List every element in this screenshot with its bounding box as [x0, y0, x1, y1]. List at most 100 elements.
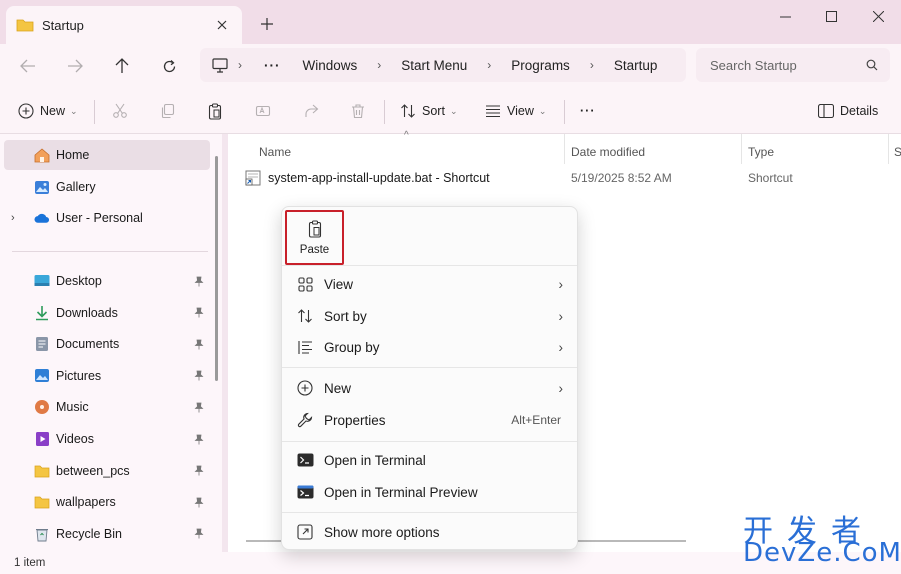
new-button[interactable]: New ⌄: [18, 98, 78, 124]
rename-button[interactable]: [255, 98, 271, 124]
sort-button[interactable]: Sort ⌄: [400, 98, 457, 124]
column-header-size[interactable]: S: [894, 139, 901, 165]
sidebar-item-gallery[interactable]: Gallery: [4, 172, 210, 202]
folder-icon: [16, 17, 34, 33]
share-icon: [303, 103, 319, 119]
breadcrumb-more[interactable]: ···: [264, 58, 281, 73]
home-icon: [34, 147, 50, 163]
pin-icon: [194, 276, 204, 287]
sidebar-item-documents[interactable]: Documents: [4, 329, 210, 359]
breadcrumb-windows[interactable]: Windows: [303, 58, 358, 73]
sidebar-scrollbar[interactable]: [215, 156, 218, 381]
up-button[interactable]: [108, 52, 136, 80]
sidebar-item-downloads[interactable]: Downloads: [4, 298, 210, 328]
table-row[interactable]: system-app-install-update.bat - Shortcut…: [244, 166, 899, 190]
folder-icon: [34, 463, 50, 479]
view-button[interactable]: View ⌄: [485, 98, 546, 124]
menu-item-properties[interactable]: Properties Alt+Enter: [286, 405, 573, 435]
trash-icon: [350, 103, 366, 119]
menu-open-terminal-preview-label: Open in Terminal Preview: [324, 484, 478, 500]
menu-separator: [282, 265, 577, 266]
menu-show-more-label: Show more options: [324, 524, 440, 540]
toolbar-divider: [564, 100, 565, 124]
breadcrumb-chevron-icon[interactable]: ›: [238, 58, 242, 72]
sidebar-item-label: Pictures: [56, 368, 102, 383]
command-bar: New ⌄ Sort ⌄ View ⌄ ··· Details: [0, 86, 901, 134]
sidebar-item-onedrive[interactable]: User - Personal: [4, 203, 210, 233]
menu-item-show-more-options[interactable]: Show more options: [286, 517, 573, 547]
context-menu: Paste View › Sort by › Group by › New › …: [281, 206, 578, 550]
sidebar-item-pictures[interactable]: Pictures: [4, 361, 210, 391]
pin-icon: [194, 370, 204, 381]
sidebar-item-desktop[interactable]: Desktop: [4, 266, 210, 296]
grid-icon: [296, 275, 314, 293]
title-bar: Startup: [0, 0, 901, 44]
menu-item-open-terminal[interactable]: Open in Terminal: [286, 445, 573, 475]
chevron-down-icon: ⌄: [70, 105, 78, 116]
address-bar[interactable]: › ··· Windows › Start Menu › Programs › …: [200, 48, 686, 82]
new-tab-button[interactable]: [256, 13, 278, 35]
sidebar-item-recycle-bin[interactable]: Recycle Bin: [4, 519, 210, 549]
delete-button[interactable]: [350, 98, 366, 124]
column-divider[interactable]: [564, 134, 565, 164]
sidebar-item-between-pcs[interactable]: between_pcs: [4, 456, 210, 486]
search-icon[interactable]: [866, 59, 878, 71]
details-button[interactable]: Details: [818, 98, 878, 124]
breadcrumb-programs[interactable]: Programs: [511, 58, 570, 73]
file-type: Shortcut: [748, 171, 793, 185]
breadcrumb-start-menu[interactable]: Start Menu: [401, 58, 467, 73]
shortcut-file-icon: [244, 169, 262, 187]
menu-view-label: View: [324, 276, 354, 292]
sidebar-item-home[interactable]: Home: [4, 140, 210, 170]
sidebar-item-label: Music: [56, 400, 89, 415]
menu-item-group-by[interactable]: Group by ›: [286, 332, 573, 362]
sidebar-home-label: Home: [56, 148, 90, 162]
paste-button[interactable]: Paste: [285, 210, 344, 265]
paste-toolbar-button[interactable]: [207, 98, 223, 124]
close-tab-icon[interactable]: [212, 15, 232, 35]
column-divider[interactable]: [741, 134, 742, 164]
column-header-date[interactable]: Date modified: [571, 139, 645, 165]
share-button[interactable]: [303, 98, 319, 124]
more-options-button[interactable]: ···: [580, 98, 596, 124]
menu-item-sort-by[interactable]: Sort by ›: [286, 301, 573, 331]
plus-circle-icon: [18, 103, 34, 119]
maximize-button[interactable]: [808, 0, 854, 32]
search-input[interactable]: Search Startup: [696, 48, 890, 82]
column-header-type[interactable]: Type: [748, 139, 774, 165]
menu-item-open-terminal-preview[interactable]: Open in Terminal Preview: [286, 477, 573, 507]
breadcrumb-chevron-icon[interactable]: ›: [377, 58, 381, 72]
sort-caret-icon: ^: [404, 130, 409, 141]
this-pc-icon[interactable]: [212, 57, 228, 73]
new-label: New: [40, 104, 66, 118]
folder-icon: [34, 494, 50, 510]
breadcrumb-startup[interactable]: Startup: [614, 58, 658, 73]
recycle-bin-icon: [34, 526, 50, 542]
column-header-name[interactable]: Name: [259, 139, 291, 165]
tab-startup[interactable]: Startup: [6, 6, 242, 44]
view-list-icon: [485, 104, 501, 118]
menu-item-new[interactable]: New ›: [286, 373, 573, 403]
pin-icon: [194, 465, 204, 476]
copy-button[interactable]: [160, 98, 176, 124]
menu-separator: [282, 512, 577, 513]
sidebar-item-wallpapers[interactable]: wallpapers: [4, 487, 210, 517]
breadcrumb-chevron-icon[interactable]: ›: [590, 58, 594, 72]
sidebar-item-music[interactable]: Music: [4, 392, 210, 422]
close-window-button[interactable]: [855, 0, 901, 32]
site-watermark: 开发者 DevZe.CoM: [743, 506, 901, 574]
column-divider[interactable]: [888, 134, 889, 164]
desktop-icon: [34, 273, 50, 289]
view-label: View: [507, 104, 534, 118]
breadcrumb-chevron-icon[interactable]: ›: [487, 58, 491, 72]
plus-circle-icon: [296, 379, 314, 397]
sidebar-gallery-label: Gallery: [56, 180, 96, 194]
menu-item-view[interactable]: View ›: [286, 269, 573, 299]
pictures-icon: [34, 368, 50, 384]
back-button[interactable]: [14, 52, 42, 80]
sidebar-item-videos[interactable]: Videos: [4, 424, 210, 454]
refresh-button[interactable]: [155, 52, 183, 80]
forward-button[interactable]: [61, 52, 89, 80]
minimize-button[interactable]: [762, 0, 808, 32]
cut-button[interactable]: [112, 98, 128, 124]
